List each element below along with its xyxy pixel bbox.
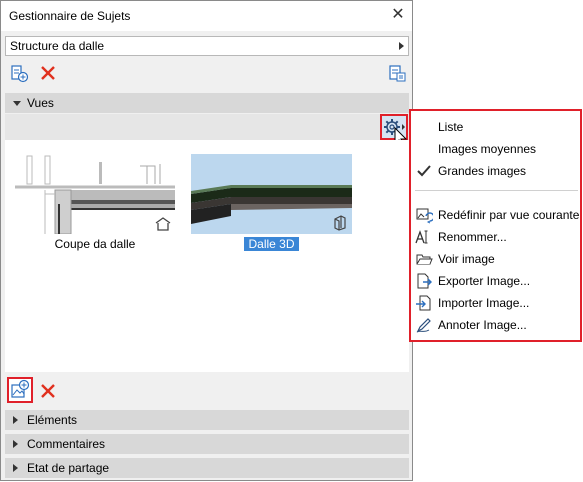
menu-item-label: Grandes images	[438, 164, 527, 178]
annotate-icon	[416, 318, 431, 333]
section-etat-de-partage[interactable]: Etat de partage	[5, 458, 409, 478]
topic-manager-window: Gestionnaire de Sujets ✕ Structure da da…	[0, 0, 413, 481]
3d-slab-image	[191, 154, 352, 234]
vues-toolbar	[5, 114, 409, 140]
thumbnail-label-text-selected: Dalle 3D	[244, 237, 299, 251]
section-commentaires-label: Commentaires	[27, 437, 106, 451]
delete-icon	[41, 384, 55, 398]
add-topic-icon	[11, 65, 29, 83]
view-options-menu: Liste Images moyennes Grandes images Red…	[409, 109, 582, 342]
rename-icon	[415, 230, 428, 244]
section-commentaires[interactable]: Commentaires	[5, 434, 409, 454]
thumbnail-coupe-da-dalle[interactable]	[15, 154, 175, 235]
chevron-right-icon	[13, 416, 18, 424]
close-icon[interactable]: ✕	[388, 5, 408, 25]
menu-item-liste[interactable]: Liste	[411, 116, 580, 138]
thumbnail-dalle-3d[interactable]	[191, 154, 352, 234]
section-vues-label: Vues	[27, 96, 54, 110]
menu-item-exporter-image[interactable]: Exporter Image...	[411, 270, 580, 292]
delete-topic-button[interactable]	[38, 63, 58, 83]
menu-item-label: Voir image	[438, 252, 495, 266]
structure-label: Structure da dalle	[10, 39, 105, 53]
menu-item-label: Annoter Image...	[438, 318, 527, 332]
menu-item-label: Redéfinir par vue courante	[438, 208, 580, 222]
menu-item-label: Renommer...	[438, 230, 507, 244]
thumbnail-label: Coupe da dalle	[15, 237, 175, 251]
menu-item-importer-image[interactable]: Importer Image...	[411, 292, 580, 314]
window-title: Gestionnaire de Sujets	[9, 9, 131, 23]
menu-separator	[415, 190, 578, 191]
delete-icon	[41, 66, 55, 80]
add-topic-button[interactable]	[9, 63, 29, 83]
folder-open-icon	[416, 254, 433, 265]
section-elements-label: Eléments	[27, 413, 78, 427]
section-icon	[155, 217, 171, 231]
menu-item-label: Liste	[438, 120, 464, 134]
3d-view-icon	[334, 215, 346, 231]
menu-item-label: Importer Image...	[438, 296, 530, 310]
chevron-right-icon	[13, 464, 18, 472]
menu-item-annoter-image[interactable]: Annoter Image...	[411, 314, 580, 336]
menu-item-label: Exporter Image...	[438, 274, 531, 288]
section-etat-label: Etat de partage	[27, 461, 110, 475]
menu-item-voir-image[interactable]: Voir image	[411, 248, 580, 270]
section-elements[interactable]: Eléments	[5, 410, 409, 430]
structure-selector[interactable]: Structure da dalle	[5, 36, 409, 56]
add-image-icon	[11, 379, 30, 398]
menu-item-renommer[interactable]: Renommer...	[411, 226, 580, 248]
chevron-down-icon	[13, 101, 21, 106]
thumbnail-label-selected: Dalle 3D	[191, 237, 352, 251]
title-bar: Gestionnaire de Sujets ✕	[1, 1, 412, 31]
section-drawing-image	[15, 154, 175, 235]
thumbnail-label-text: Coupe da dalle	[54, 237, 136, 251]
menu-item-grandes-images[interactable]: Grandes images	[411, 160, 580, 182]
checkmark-icon	[417, 165, 431, 177]
export-icon	[417, 273, 432, 289]
menu-item-images-moyennes[interactable]: Images moyennes	[411, 138, 580, 160]
list-settings-icon	[389, 65, 406, 82]
chevron-right-icon	[13, 440, 18, 448]
chevron-right-icon	[399, 42, 404, 50]
delete-view-button[interactable]	[38, 381, 58, 401]
menu-item-redefinir[interactable]: Redéfinir par vue courante	[411, 204, 580, 226]
section-vues[interactable]: Vues	[5, 93, 409, 113]
redefine-icon	[416, 208, 433, 224]
add-view-button[interactable]	[7, 377, 33, 403]
import-icon	[416, 295, 431, 311]
menu-item-label: Images moyennes	[438, 142, 537, 156]
topic-list-options-button[interactable]	[387, 63, 407, 83]
